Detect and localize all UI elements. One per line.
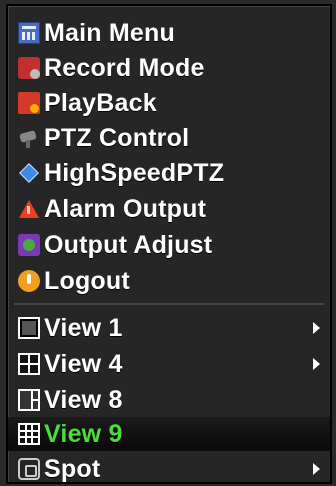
menu-item-ptz-control[interactable]: PTZ Control [8, 121, 330, 155]
menu-item-label: PlayBack [44, 88, 157, 117]
menu-item-label: HighSpeedPTZ [44, 158, 225, 187]
menu-item-label: View 1 [44, 313, 123, 342]
menu-item-playback[interactable]: PlayBack [8, 86, 330, 120]
menu-item-label: Main Menu [44, 18, 175, 47]
record-mode-icon [18, 57, 40, 79]
spot-icon [18, 458, 40, 480]
menu-divider [14, 303, 324, 305]
submenu-arrow-icon [313, 322, 320, 334]
logout-icon [18, 270, 40, 292]
menu-item-label: PTZ Control [44, 123, 190, 152]
ptz-camera-icon [18, 127, 40, 149]
menu-item-record-mode[interactable]: Record Mode [8, 51, 330, 85]
menu-item-label: Logout [44, 266, 130, 295]
menu-item-label: Output Adjust [44, 230, 213, 259]
menu-item-view-9[interactable]: View 9 [8, 417, 330, 451]
menu-item-logout[interactable]: Logout [8, 264, 330, 298]
alarm-icon [18, 198, 40, 220]
submenu-arrow-icon [313, 358, 320, 370]
nine-view-icon [18, 423, 40, 445]
context-menu: Main Menu Record Mode PlayBack PTZ Contr… [6, 4, 332, 484]
output-adjust-icon [18, 234, 40, 256]
menu-item-label: View 9 [44, 419, 123, 448]
menu-item-label: Spot [44, 454, 101, 483]
main-menu-icon [18, 22, 40, 44]
menu-item-label: View 8 [44, 385, 123, 414]
menu-item-view-1[interactable]: View 1 [8, 311, 330, 345]
submenu-arrow-icon [313, 463, 320, 475]
quad-view-icon [18, 353, 40, 375]
high-speed-ptz-icon [18, 162, 40, 184]
menu-item-label: Alarm Output [44, 194, 207, 223]
menu-item-alarm-output[interactable]: Alarm Output [8, 192, 330, 226]
menu-item-main-menu[interactable]: Main Menu [8, 16, 330, 50]
menu-item-output-adjust[interactable]: Output Adjust [8, 228, 330, 262]
playback-icon [18, 92, 40, 114]
menu-item-label: View 4 [44, 349, 123, 378]
eight-view-icon [18, 389, 40, 411]
menu-item-spot[interactable]: Spot [8, 452, 330, 486]
menu-item-label: Record Mode [44, 53, 205, 82]
menu-item-view-8[interactable]: View 8 [8, 383, 330, 417]
single-view-icon [18, 317, 40, 339]
menu-item-view-4[interactable]: View 4 [8, 347, 330, 381]
menu-item-high-speed-ptz[interactable]: HighSpeedPTZ [8, 156, 330, 190]
